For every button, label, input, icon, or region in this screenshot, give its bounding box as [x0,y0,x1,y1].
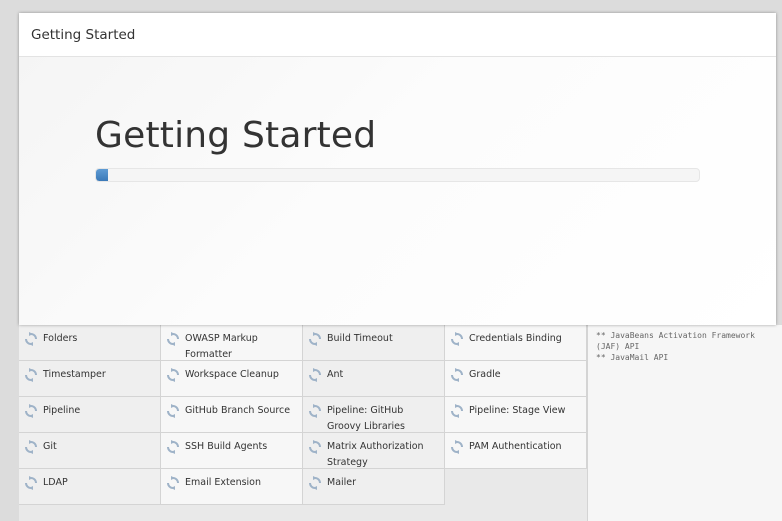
refresh-icon [308,403,322,418]
plugin-label: Ant [327,369,344,380]
refresh-icon [24,367,38,382]
plugin-item: Ant [303,361,445,397]
plugin-item: Matrix Authorization Strategy [303,433,445,469]
refresh-icon [24,331,38,346]
refresh-icon [450,331,464,346]
plugin-label: Workspace Cleanup [185,369,279,380]
plugin-item: Folders [19,325,161,361]
plugin-item: Git [19,433,161,469]
dialog-body: Getting Started [19,57,776,325]
plugin-item: Timestamper [19,361,161,397]
plugin-item: Pipeline: GitHub Groovy Libraries [303,397,445,433]
plugin-item: Email Extension [161,469,303,505]
plugin-label: GitHub Branch Source [185,405,291,416]
plugin-label: SSH Build Agents [185,441,268,452]
plugin-install-panel: Folders OWASP Markup Formatter Build Timeo… [19,325,782,521]
plugin-item: LDAP [19,469,161,505]
refresh-icon [24,403,38,418]
plugin-item: Workspace Cleanup [161,361,303,397]
refresh-icon [450,367,464,382]
getting-started-dialog: Getting Started Getting Started [19,13,776,325]
refresh-icon [450,403,464,418]
install-progress-bar [95,168,700,182]
plugin-label: Mailer [327,477,357,488]
plugin-grid: Folders OWASP Markup Formatter Build Timeo… [19,325,588,505]
plugin-item: Mailer [303,469,445,505]
refresh-icon [308,475,322,490]
install-log: ** JavaBeans Activation Framework (JAF) … [587,325,782,521]
dialog-header: Getting Started [19,13,776,57]
refresh-icon [166,475,180,490]
log-line: ** JavaBeans Activation Framework (JAF) … [596,331,760,351]
plugin-item: Gradle [445,361,587,397]
plugin-item: Build Timeout [303,325,445,361]
refresh-icon [166,403,180,418]
plugin-label: Pipeline: Stage View [469,405,566,416]
refresh-icon [24,439,38,454]
plugin-label: Build Timeout [327,333,393,344]
plugin-item: OWASP Markup Formatter [161,325,303,361]
plugin-label: LDAP [43,477,68,488]
plugin-label: Folders [43,333,78,344]
page-heading: Getting Started [95,115,377,156]
refresh-icon [308,439,322,454]
plugin-item: Pipeline [19,397,161,433]
plugin-item: GitHub Branch Source [161,397,303,433]
plugin-label: Timestamper [43,369,106,380]
plugin-label: Credentials Binding [469,333,562,344]
refresh-icon [24,475,38,490]
plugin-item: Pipeline: Stage View [445,397,587,433]
plugin-label: Pipeline: GitHub Groovy Libraries [327,405,405,432]
plugin-label: Email Extension [185,477,262,488]
refresh-icon [308,331,322,346]
plugin-label: Pipeline [43,405,81,416]
dialog-title: Getting Started [31,26,136,43]
plugin-item: PAM Authentication [445,433,587,469]
plugin-label: Git [43,441,57,452]
refresh-icon [166,367,180,382]
plugin-label: OWASP Markup Formatter [185,333,258,360]
plugin-label: PAM Authentication [469,441,562,452]
plugin-item: Credentials Binding [445,325,587,361]
plugin-item: SSH Build Agents [161,433,303,469]
progress-fill [96,169,109,181]
log-line: ** JavaMail API [596,353,669,362]
plugin-label: Matrix Authorization Strategy [327,441,424,468]
refresh-icon [450,439,464,454]
refresh-icon [308,367,322,382]
refresh-icon [166,439,180,454]
refresh-icon [166,331,180,346]
plugin-label: Gradle [469,369,501,380]
